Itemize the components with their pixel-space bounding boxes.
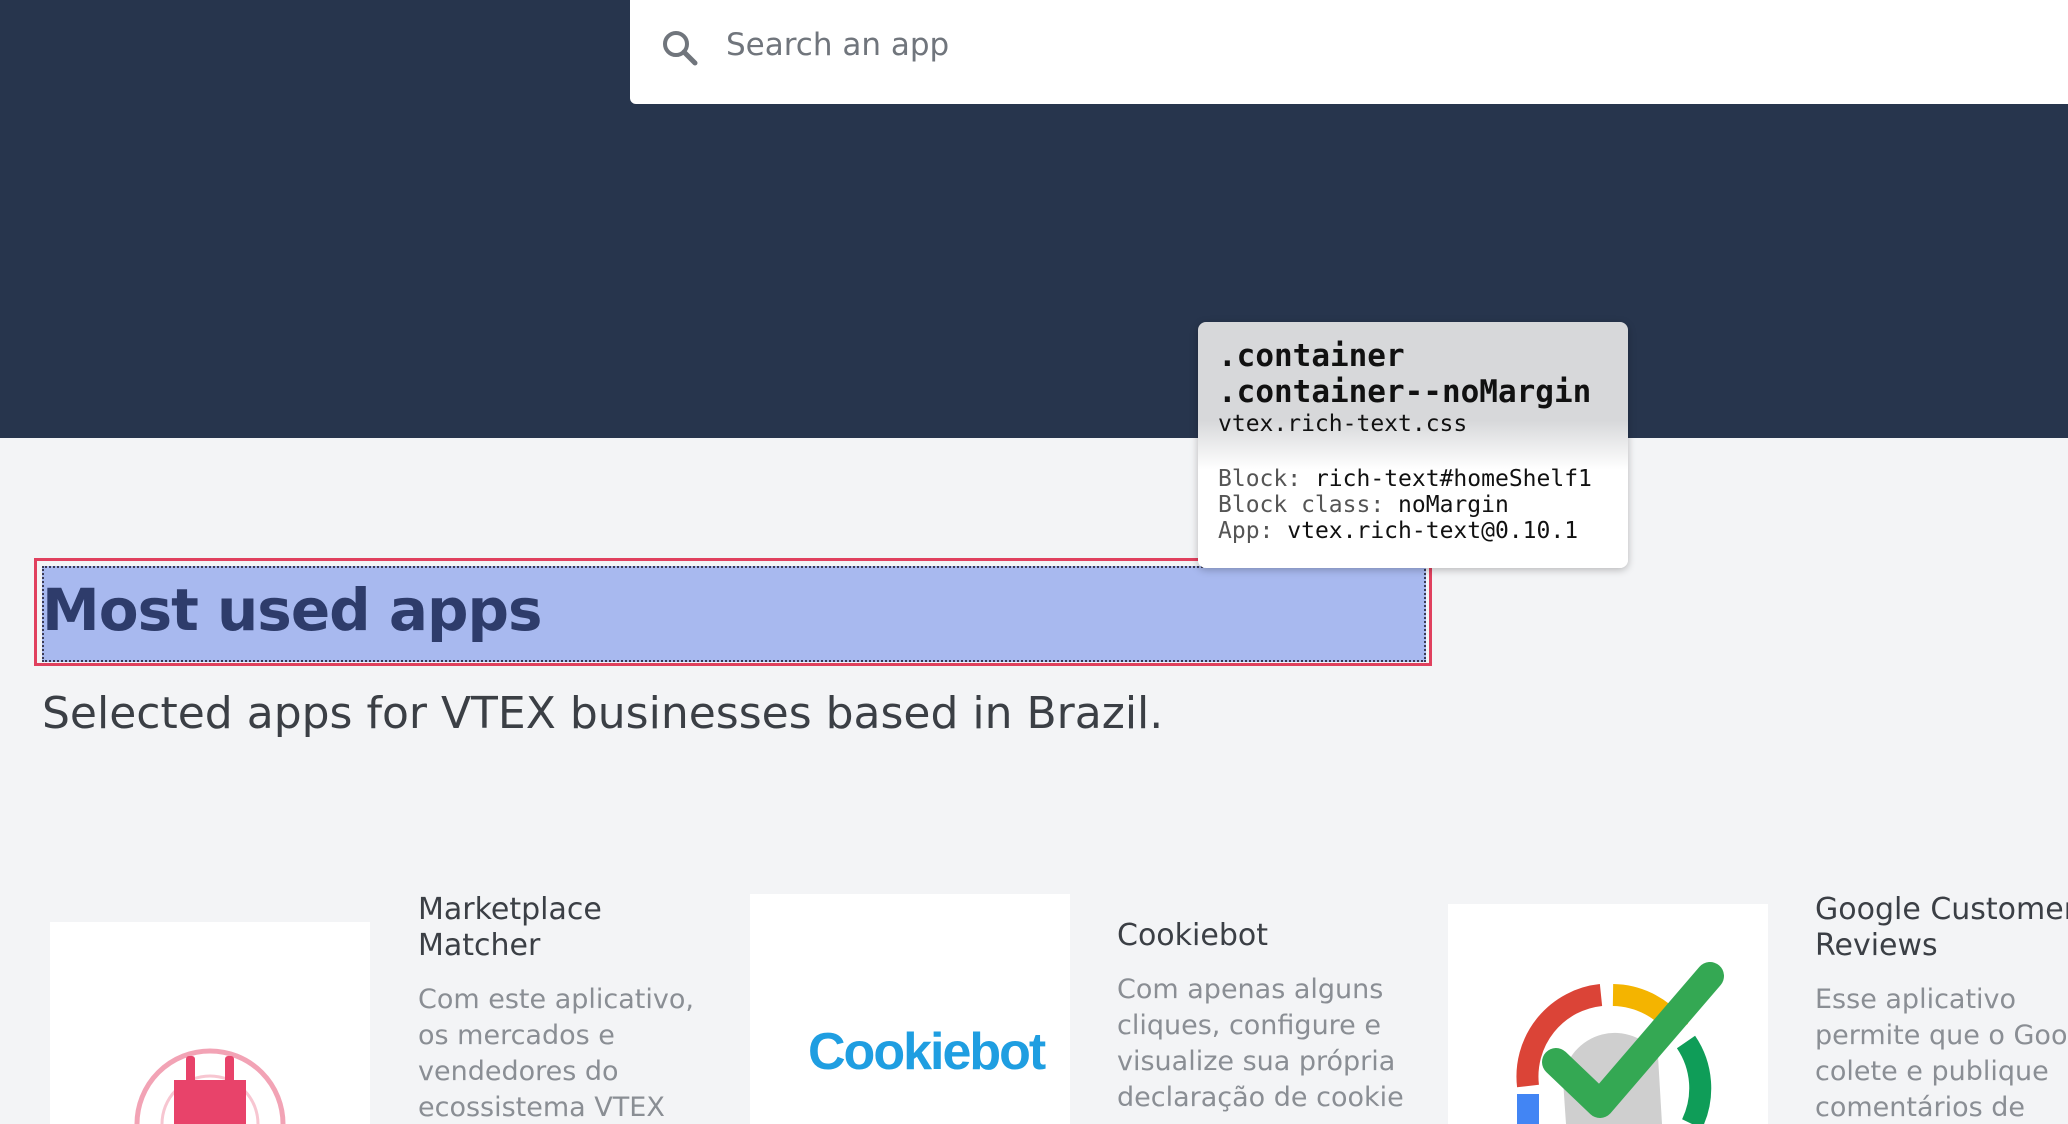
app-card-image-marketplace-matcher[interactable] <box>50 922 370 1124</box>
search-input[interactable] <box>724 26 1928 64</box>
tooltip-key: Block: <box>1218 466 1302 492</box>
tooltip-row-block-class: Block class: noMargin <box>1218 492 1608 518</box>
app-card-image-cookiebot[interactable]: Cookiebot <box>750 894 1070 1124</box>
tooltip-css-file: vtex.rich-text.css <box>1218 411 1468 437</box>
inspector-tooltip: .container .container--noMargin vtex.ric… <box>1198 322 1628 568</box>
cookiebot-logo: Cookiebot <box>808 1023 1046 1081</box>
tooltip-key: App: <box>1218 518 1274 544</box>
app-card-description: Esse aplicativo permite que o Goog colete … <box>1815 984 2068 1123</box>
google-check-icon <box>1516 962 1724 1124</box>
app-card-title[interactable]: Cookiebot <box>1117 918 1268 954</box>
search-icon <box>660 28 700 68</box>
app-card-title[interactable]: Marketplace Matcher <box>418 892 602 964</box>
search-bar[interactable] <box>630 0 2068 104</box>
app-store-page: Most used apps Selected apps for VTEX bu… <box>0 0 2068 1124</box>
section-subtitle: Selected apps for VTEX businesses based … <box>42 688 1164 739</box>
tooltip-value: vtex.rich-text@0.10.1 <box>1287 518 1579 544</box>
app-card-description: Com apenas alguns cliques, configure e vis… <box>1117 974 1404 1113</box>
app-card-description: Com este aplicativo, os mercados e vendedo… <box>418 984 694 1123</box>
app-card-image-google-customer-reviews[interactable] <box>1448 904 1768 1124</box>
tooltip-class-name: .container <box>1218 338 1405 374</box>
tooltip-value: rich-text#homeShelf1 <box>1314 466 1592 492</box>
tooltip-value: noMargin <box>1398 492 1509 518</box>
tooltip-row-block: Block: rich-text#homeShelf1 <box>1218 466 1608 492</box>
plug-icon <box>134 1048 286 1124</box>
app-card-title[interactable]: Google Customer Reviews <box>1815 892 2068 964</box>
tooltip-class-modifier: .container--noMargin <box>1218 374 1592 410</box>
tooltip-row-app: App: vtex.rich-text@0.10.1 <box>1218 518 1608 544</box>
section-title: Most used apps <box>42 576 543 644</box>
tooltip-key: Block class: <box>1218 492 1385 518</box>
